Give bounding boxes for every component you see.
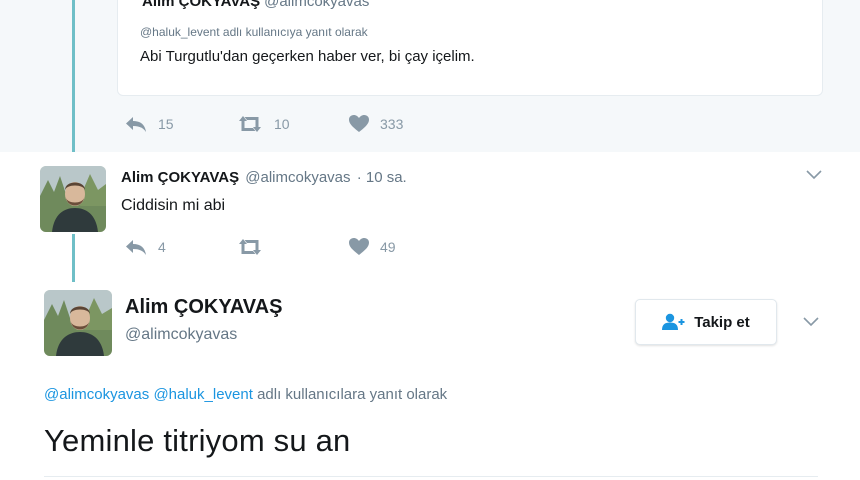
retweet-icon: [239, 115, 261, 132]
user-photo-icon: [40, 166, 106, 232]
like-action[interactable]: 333: [348, 114, 403, 133]
quoted-tweet-display-name[interactable]: Alim ÇOKYAVAŞ: [142, 0, 260, 10]
mention-link[interactable]: @alimcokyavas: [44, 386, 149, 403]
chevron-down-icon[interactable]: [803, 317, 819, 327]
heart-icon: [349, 115, 369, 132]
quoted-tweet-author[interactable]: Alim ÇOKYAVAŞ @alimcokyavas: [142, 0, 369, 10]
reply-count: 4: [158, 238, 166, 255]
like-count: 333: [380, 115, 404, 132]
chevron-down-icon[interactable]: [806, 170, 822, 180]
reply-action[interactable]: 15: [124, 115, 236, 133]
retweet-action[interactable]: 10: [236, 115, 348, 133]
follow-button[interactable]: Takip et: [635, 299, 777, 345]
main-tweet-display-name[interactable]: Alim ÇOKYAVAŞ: [125, 296, 282, 319]
quoted-tweet-reply-context: @haluk_levent adlı kullanıcıya yanıt ola…: [140, 25, 368, 39]
reply-suffix: adlı kullanıcılara yanıt olarak: [257, 386, 448, 403]
retweet-action[interactable]: [236, 238, 348, 256]
reply-icon: [126, 116, 146, 132]
thread-connector: [72, 0, 75, 152]
divider: [44, 476, 818, 477]
retweet-count: 10: [274, 115, 290, 132]
avatar[interactable]: [44, 290, 112, 356]
retweet-icon: [239, 238, 261, 255]
reply-tweet-display-name[interactable]: Alim ÇOKYAVAŞ: [121, 169, 239, 186]
like-action[interactable]: 49: [348, 237, 396, 256]
heart-icon: [349, 238, 369, 255]
main-tweet-handle[interactable]: @alimcokyavas: [125, 326, 237, 344]
reply-tweet-handle[interactable]: @alimcokyavas: [245, 169, 350, 186]
reply-icon: [126, 239, 146, 255]
like-count: 49: [380, 238, 396, 255]
quoted-tweet-actions: 15 10 333: [124, 114, 403, 133]
mention-link[interactable]: @haluk_levent: [153, 386, 252, 403]
quoted-tweet-handle[interactable]: @alimcokyavas: [264, 0, 369, 10]
main-tweet-reply-context: @alimcokyavas @haluk_levent adlı kullanı…: [44, 386, 447, 403]
quoted-tweet-card[interactable]: Alim ÇOKYAVAŞ @alimcokyavas @haluk_levent…: [117, 0, 823, 96]
user-photo-icon: [44, 290, 112, 356]
follow-button-label: Takip et: [694, 313, 750, 331]
reply-tweet-author[interactable]: Alim ÇOKYAVAŞ @alimcokyavas · 10 sa.: [121, 169, 407, 186]
reply-action[interactable]: 4: [124, 238, 236, 256]
conversation-context: Alim ÇOKYAVAŞ @alimcokyavas @haluk_levent…: [0, 0, 860, 152]
reply-tweet-actions: 4 49: [124, 237, 396, 256]
reply-tweet-time[interactable]: · 10 sa.: [357, 169, 407, 186]
main-tweet-text: Yeminle titriyom su an: [44, 423, 351, 458]
add-user-icon: [662, 313, 685, 330]
quoted-tweet-text: Abi Turgutlu'dan geçerken haber ver, bi …: [140, 48, 475, 65]
reply-count: 15: [158, 115, 174, 132]
reply-tweet-text: Ciddisin mi abi: [121, 197, 226, 214]
avatar[interactable]: [40, 166, 106, 232]
thread-connector: [72, 234, 75, 282]
